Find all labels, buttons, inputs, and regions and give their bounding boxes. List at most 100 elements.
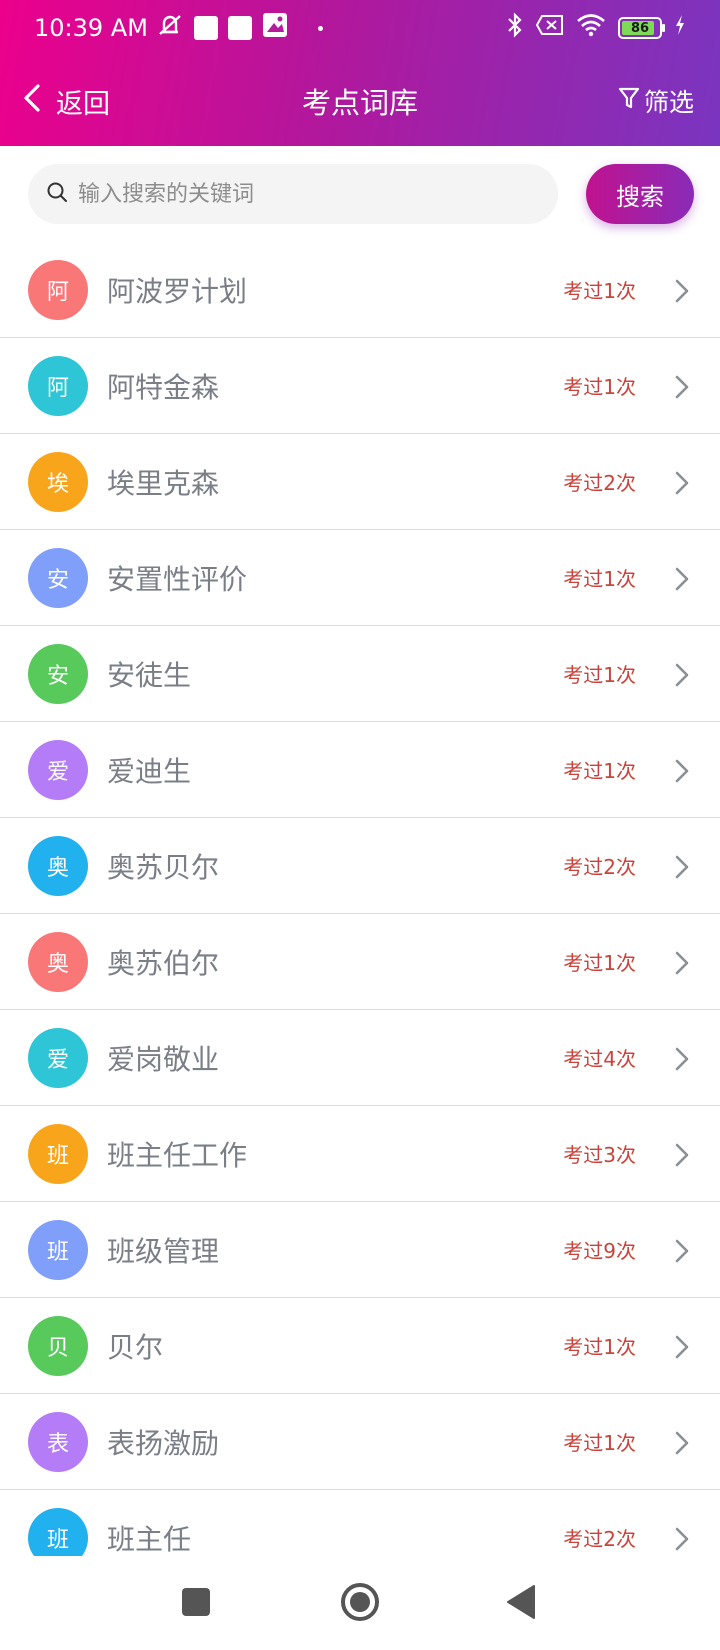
exam-count: 考过9次: [563, 1239, 636, 1263]
chevron-right-icon: [674, 854, 690, 884]
term-initial-avatar: 班: [28, 1219, 88, 1280]
term-initial-avatar: 表: [28, 1411, 88, 1472]
notification-icon: [193, 16, 218, 40]
term-label: 贝尔: [107, 1330, 164, 1364]
term-row[interactable]: 埃埃里克森 考过2次: [0, 434, 720, 530]
search-icon: [46, 181, 68, 207]
notification-icon: [227, 16, 252, 40]
term-initial-avatar: 奥: [28, 931, 88, 992]
chevron-right-icon: [674, 950, 690, 980]
filter-label: 筛选: [643, 88, 694, 117]
home-button[interactable]: [340, 1582, 380, 1626]
term-row[interactable]: 安安徒生 考过1次: [0, 626, 720, 722]
term-label: 表扬激励: [107, 1426, 220, 1460]
exam-count: 考过3次: [563, 1143, 636, 1167]
bluetooth-icon: [506, 12, 524, 44]
term-initial-avatar: 爱: [28, 739, 88, 800]
term-label: 安徒生: [107, 658, 192, 692]
recent-apps-button[interactable]: [182, 1588, 210, 1616]
exam-count: 考过1次: [563, 663, 636, 687]
search-area: 搜索: [0, 146, 720, 242]
term-label: 班主任: [107, 1522, 192, 1556]
term-initial-avatar: 班: [28, 1507, 88, 1556]
term-label: 安置性评价: [107, 562, 248, 596]
exam-count: 考过1次: [563, 1335, 636, 1359]
mute-icon: [156, 12, 184, 44]
chevron-right-icon: [674, 566, 690, 596]
chevron-right-icon: [674, 1046, 690, 1076]
nav-bar: 返回 考点词库 筛选: [0, 56, 720, 146]
term-initial-avatar: 贝: [28, 1315, 88, 1376]
term-initial-avatar: 班: [28, 1123, 88, 1184]
chevron-left-icon: [22, 83, 42, 120]
exam-count: 考过1次: [563, 951, 636, 975]
gallery-icon: [262, 12, 288, 44]
status-left-icons: [156, 12, 323, 44]
term-row[interactable]: 表表扬激励 考过1次: [0, 1394, 720, 1490]
chevron-right-icon: [674, 1142, 690, 1172]
term-row[interactable]: 班班级管理 考过9次: [0, 1202, 720, 1298]
term-initial-avatar: 爱: [28, 1027, 88, 1088]
app-header: 10:39 AM 86 返回 考点词库 筛选: [0, 0, 720, 146]
chevron-right-icon: [674, 662, 690, 692]
term-initial-avatar: 阿: [28, 355, 88, 416]
chevron-right-icon: [674, 278, 690, 308]
term-row[interactable]: 爱爱迪生 考过1次: [0, 722, 720, 818]
chevron-right-icon: [674, 1526, 690, 1556]
status-time: 10:39 AM: [34, 14, 148, 42]
filter-button[interactable]: 筛选: [618, 83, 694, 119]
term-row[interactable]: 班班主任 考过2次: [0, 1490, 720, 1556]
term-label: 奥苏贝尔: [107, 850, 220, 884]
term-row[interactable]: 阿阿特金森 考过1次: [0, 338, 720, 434]
term-label: 爱岗敬业: [107, 1042, 220, 1076]
term-row[interactable]: 奥奥苏伯尔 考过1次: [0, 914, 720, 1010]
system-nav-bar: [0, 1556, 720, 1650]
search-button[interactable]: 搜索: [586, 164, 694, 224]
back-button[interactable]: 返回: [22, 82, 110, 121]
status-bar: 10:39 AM 86: [0, 0, 720, 56]
sim-off-icon: [535, 14, 564, 42]
term-label: 奥苏伯尔: [107, 946, 220, 980]
term-initial-avatar: 安: [28, 643, 88, 704]
term-row[interactable]: 爱爱岗敬业 考过4次: [0, 1010, 720, 1106]
term-label: 爱迪生: [107, 754, 192, 788]
term-initial-avatar: 安: [28, 547, 88, 608]
term-row[interactable]: 班班主任工作 考过3次: [0, 1106, 720, 1202]
exam-count: 考过2次: [563, 471, 636, 495]
status-right-icons: 86: [506, 12, 686, 44]
term-row[interactable]: 贝贝尔 考过1次: [0, 1298, 720, 1394]
term-row[interactable]: 安安置性评价 考过1次: [0, 530, 720, 626]
term-list: 阿阿波罗计划 考过1次阿阿特金森 考过1次埃埃里克森 考过2次安安置性评价 考过1次安安…: [0, 242, 720, 1556]
search-box[interactable]: [28, 164, 558, 224]
term-row[interactable]: 阿阿波罗计划 考过1次: [0, 242, 720, 338]
exam-count: 考过1次: [563, 1431, 636, 1455]
chevron-right-icon: [674, 1430, 690, 1460]
filter-icon: [618, 86, 640, 116]
term-initial-avatar: 埃: [28, 451, 88, 512]
more-notifications-dot: [317, 25, 323, 31]
charging-icon: [674, 14, 686, 42]
system-back-button[interactable]: [506, 1584, 536, 1624]
term-label: 班主任工作: [107, 1138, 248, 1172]
back-label: 返回: [56, 88, 110, 120]
term-initial-avatar: 奥: [28, 835, 88, 896]
chevron-right-icon: [674, 1334, 690, 1364]
term-initial-avatar: 阿: [28, 259, 88, 320]
battery-level: 86: [630, 20, 650, 36]
exam-count: 考过4次: [563, 1047, 636, 1071]
exam-count: 考过1次: [563, 567, 636, 591]
chevron-right-icon: [674, 470, 690, 500]
exam-count: 考过1次: [563, 375, 636, 399]
exam-count: 考过2次: [563, 855, 636, 879]
wifi-icon: [576, 13, 606, 43]
chevron-right-icon: [674, 374, 690, 404]
term-label: 阿特金森: [107, 370, 220, 404]
chevron-right-icon: [674, 1238, 690, 1268]
term-label: 阿波罗计划: [107, 274, 248, 308]
chevron-right-icon: [674, 758, 690, 788]
search-input[interactable]: [78, 181, 518, 207]
exam-count: 考过1次: [563, 279, 636, 303]
term-label: 班级管理: [107, 1234, 220, 1268]
exam-count: 考过2次: [563, 1527, 636, 1551]
term-row[interactable]: 奥奥苏贝尔 考过2次: [0, 818, 720, 914]
